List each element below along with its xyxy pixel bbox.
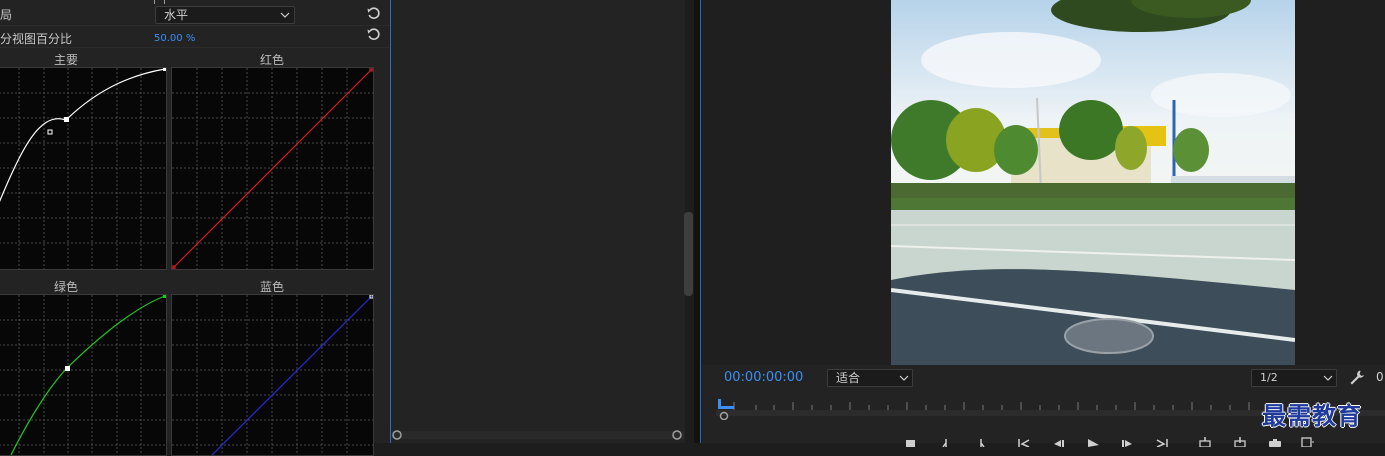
red-curve-title: 红色 — [259, 53, 284, 67]
master-curve-graph[interactable] — [0, 67, 167, 270]
split-label: 分视图百分比 — [0, 32, 73, 46]
video-frame — [891, 0, 1295, 365]
green-curve-title: 绿色 — [53, 280, 78, 294]
watermark-text: 最需教育 — [1262, 401, 1362, 430]
split-value-field[interactable]: 50.00 % — [154, 33, 195, 44]
effect-timeline-area — [391, 0, 685, 443]
go-to-in-icon[interactable] — [1016, 432, 1030, 448]
insert-icon[interactable] — [1198, 432, 1212, 448]
split-value: 50.00 — [154, 33, 183, 44]
go-to-out-icon[interactable] — [1156, 432, 1170, 448]
green-curve-graph[interactable] — [0, 294, 167, 456]
play-icon[interactable] — [1086, 432, 1100, 447]
monitor-divider — [700, 0, 701, 443]
split-percent-row: 分视图百分比 50.00 % — [0, 26, 390, 48]
right-edge-digit: 0 — [1376, 370, 1384, 384]
master-curve-title: 主要 — [53, 53, 78, 67]
playback-resolution-dropdown[interactable]: 1/2 — [1251, 369, 1337, 387]
playhead-timecode[interactable]: 00:00:00:00 — [724, 370, 803, 385]
horizontal-scrollbar[interactable] — [391, 428, 684, 442]
layout-row: 局 水平 — [0, 4, 390, 26]
overwrite-icon[interactable] — [1233, 432, 1247, 448]
mark-in-icon[interactable] — [940, 432, 954, 448]
step-back-icon[interactable] — [1051, 432, 1065, 447]
wrench-icon[interactable] — [1349, 369, 1365, 385]
playback-resolution-value: 1/2 — [1260, 371, 1278, 384]
chevron-down-icon — [899, 375, 909, 381]
reset-icon[interactable] — [366, 27, 382, 43]
zoom-fit-value: 适合 — [836, 371, 861, 385]
layout-label: 局 — [0, 8, 13, 22]
layout-dropdown[interactable]: 水平 — [155, 6, 295, 24]
split-unit: % — [185, 33, 196, 44]
blue-curve-graph[interactable] — [171, 294, 374, 456]
button-editor-icon[interactable] — [1300, 432, 1314, 448]
layout-value: 水平 — [164, 8, 189, 22]
export-frame-icon[interactable] — [1268, 432, 1282, 447]
chevron-down-icon — [280, 12, 290, 18]
mark-out-icon[interactable] — [975, 432, 989, 448]
stop-icon[interactable] — [904, 432, 918, 449]
reset-icon[interactable] — [366, 6, 382, 22]
effect-controls-panel: 局 水平 分视图百分比 50.00 % 主要 红色 绿色 蓝色 — [0, 0, 390, 456]
blue-curve-title: 蓝色 — [259, 280, 284, 294]
red-curve-graph[interactable] — [171, 67, 374, 270]
vertical-scrollbar[interactable] — [684, 212, 693, 296]
chevron-down-icon — [1323, 375, 1333, 381]
step-forward-icon[interactable] — [1121, 432, 1135, 447]
zoom-fit-dropdown[interactable]: 适合 — [827, 369, 913, 387]
